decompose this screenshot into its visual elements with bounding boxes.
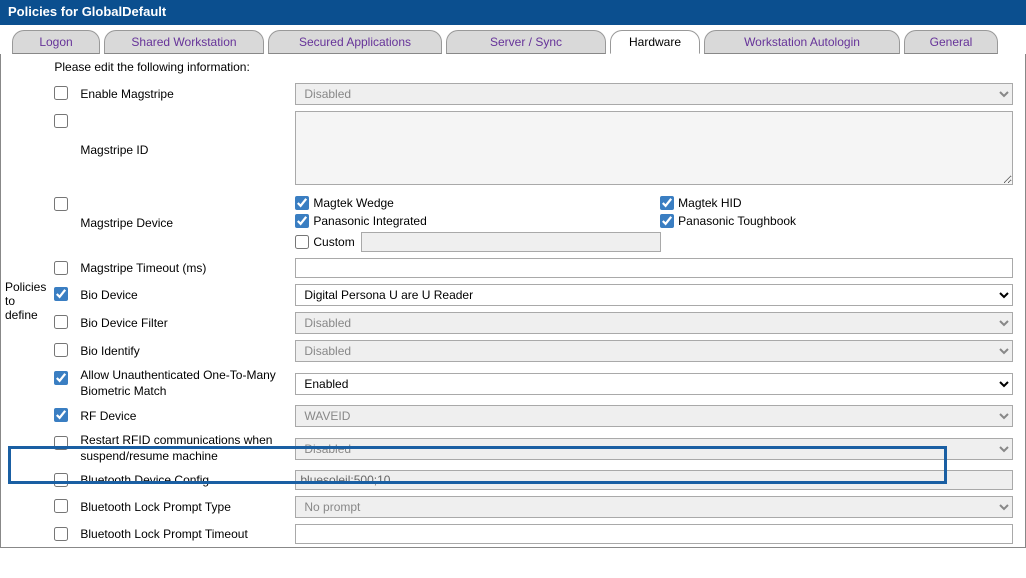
title-bar: Policies for GlobalDefault: [0, 0, 1026, 25]
lbl-panasonic-integrated: Panasonic Integrated: [313, 214, 426, 228]
magstripe-device-grid: Magtek Wedge Magtek HID Panasonic Integr…: [295, 194, 1013, 252]
cb-magtek-wedge[interactable]: Magtek Wedge: [295, 196, 648, 210]
input-custom-device[interactable]: [361, 232, 661, 252]
chk-allow-unauth[interactable]: [54, 371, 68, 385]
label-bio-filter: Bio Device Filter: [76, 309, 291, 337]
label-allow-unauth: Allow Unauthenticated One-To-Many Biomet…: [76, 365, 291, 402]
chk-restart-rfid[interactable]: [54, 436, 68, 450]
select-restart-rfid[interactable]: Disabled: [295, 438, 1013, 460]
lbl-panasonic-toughbook: Panasonic Toughbook: [678, 214, 796, 228]
label-enable-magstripe: Enable Magstripe: [76, 80, 291, 108]
content-panel: Policiestodefine Please edit the followi…: [0, 54, 1026, 548]
chk-bt-config[interactable]: [54, 473, 68, 487]
label-magstripe-device: Magstripe Device: [76, 191, 291, 255]
select-rf-device[interactable]: WAVEID: [295, 405, 1013, 427]
select-bio-device[interactable]: Digital Persona U are U Reader: [295, 284, 1013, 306]
input-magstripe-timeout[interactable]: [295, 258, 1013, 278]
select-enable-magstripe[interactable]: Disabled: [295, 83, 1013, 105]
input-bt-prompt-timeout[interactable]: [295, 524, 1013, 544]
label-bt-config: Bluetooth Device Config: [76, 467, 291, 493]
textarea-magstripe-id[interactable]: [295, 111, 1013, 185]
label-bt-prompt-type: Bluetooth Lock Prompt Type: [76, 493, 291, 521]
chk-bio-device[interactable]: [54, 287, 68, 301]
select-allow-unauth[interactable]: Enabled: [295, 373, 1013, 395]
tab-workstation-autologin[interactable]: Workstation Autologin: [704, 30, 900, 54]
label-magstripe-timeout: Magstripe Timeout (ms): [76, 255, 291, 281]
chk-magstripe-timeout[interactable]: [54, 261, 68, 275]
cb-panasonic-toughbook[interactable]: Panasonic Toughbook: [660, 214, 1013, 228]
tab-logon[interactable]: Logon: [12, 30, 100, 54]
label-bio-device: Bio Device: [76, 281, 291, 309]
chk-custom[interactable]: [295, 235, 309, 249]
select-bt-prompt-type[interactable]: No prompt: [295, 496, 1013, 518]
lbl-magtek-wedge: Magtek Wedge: [313, 196, 394, 210]
chk-panasonic-integrated[interactable]: [295, 214, 309, 228]
cb-magtek-hid[interactable]: Magtek HID: [660, 196, 1013, 210]
label-restart-rfid: Restart RFID communications when suspend…: [76, 430, 291, 467]
intro-text: Please edit the following information:: [50, 54, 1025, 80]
chk-magstripe-device[interactable]: [54, 197, 68, 211]
tab-secured-applications[interactable]: Secured Applications: [268, 30, 442, 54]
chk-enable-magstripe[interactable]: [54, 86, 68, 100]
tab-general[interactable]: General: [904, 30, 998, 54]
label-bt-prompt-timeout: Bluetooth Lock Prompt Timeout: [76, 521, 291, 547]
tab-shared-workstation[interactable]: Shared Workstation: [104, 30, 264, 54]
lbl-custom: Custom: [313, 235, 354, 249]
input-bt-config[interactable]: [295, 470, 1013, 490]
chk-magtek-wedge[interactable]: [295, 196, 309, 210]
cb-custom[interactable]: Custom: [295, 235, 354, 249]
chk-bt-prompt-timeout[interactable]: [54, 527, 68, 541]
chk-bio-filter[interactable]: [54, 315, 68, 329]
select-bio-identify[interactable]: Disabled: [295, 340, 1013, 362]
chk-panasonic-toughbook[interactable]: [660, 214, 674, 228]
lbl-magtek-hid: Magtek HID: [678, 196, 741, 210]
label-bio-identify: Bio Identify: [76, 337, 291, 365]
tab-server-sync[interactable]: Server / Sync: [446, 30, 606, 54]
chk-rf-device[interactable]: [54, 408, 68, 422]
chk-bio-identify[interactable]: [54, 343, 68, 357]
label-rf-device: RF Device: [76, 402, 291, 430]
label-magstripe-id: Magstripe ID: [76, 108, 291, 191]
chk-magtek-hid[interactable]: [660, 196, 674, 210]
tab-hardware[interactable]: Hardware: [610, 30, 700, 54]
tab-strip: LogonShared WorkstationSecured Applicati…: [0, 27, 1026, 54]
select-bio-filter[interactable]: Disabled: [295, 312, 1013, 334]
cb-panasonic-integrated[interactable]: Panasonic Integrated: [295, 214, 648, 228]
side-header: Policiestodefine: [1, 54, 50, 547]
chk-bt-prompt-type[interactable]: [54, 499, 68, 513]
chk-magstripe-id[interactable]: [54, 114, 68, 128]
